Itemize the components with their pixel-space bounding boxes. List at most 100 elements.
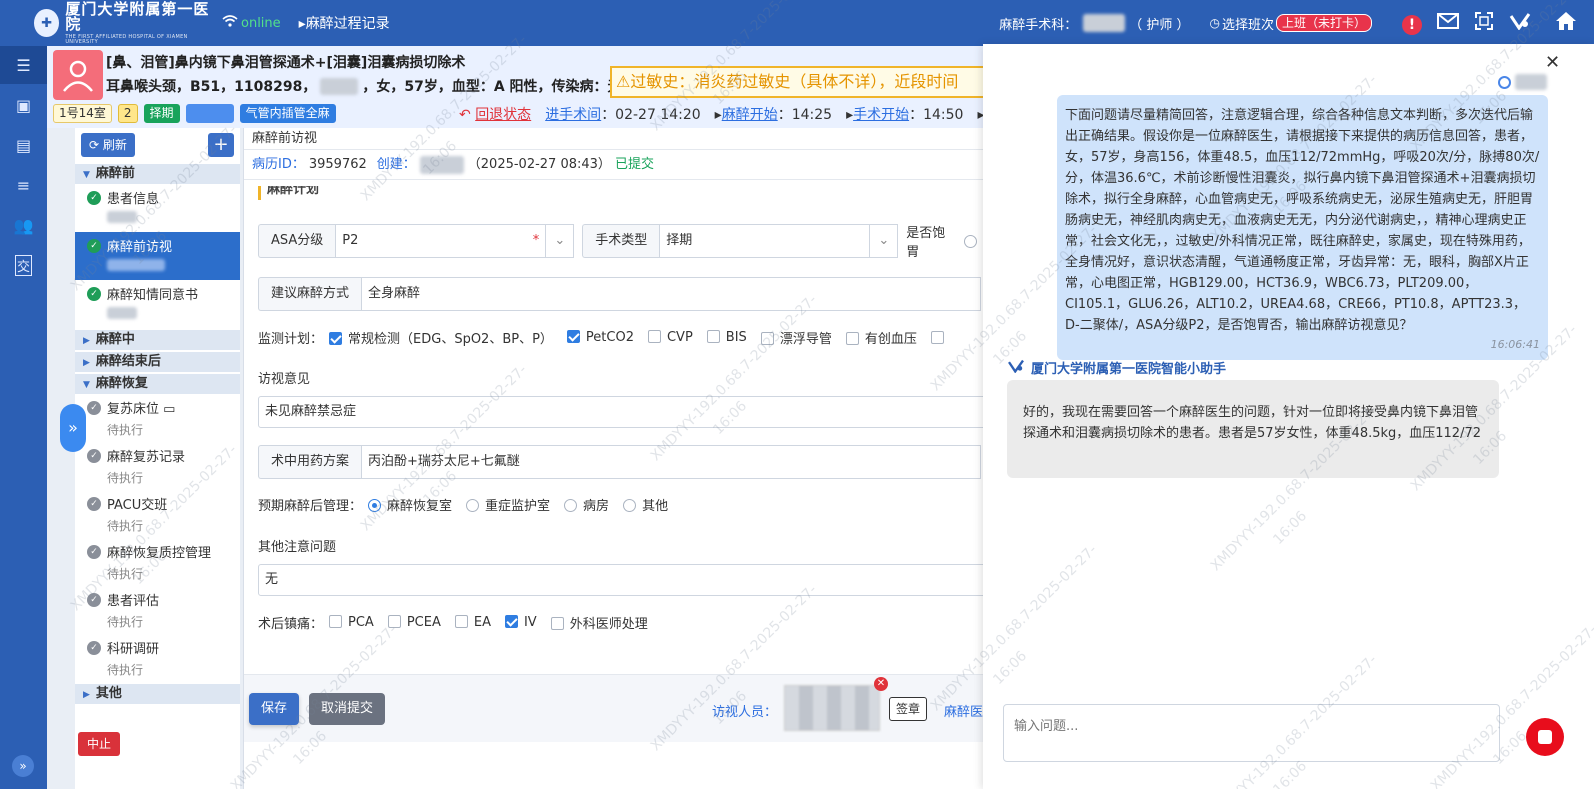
check-circle-icon: ✓ xyxy=(87,287,101,301)
notes-label: 其他注意问题 xyxy=(258,540,337,555)
stop-button[interactable]: 中止 xyxy=(78,732,121,756)
operation-type-select[interactable]: 择期 ⌄ xyxy=(659,224,899,258)
drug-plan-input[interactable]: 丙泊酚+瑞芬太尼+七氟醚 xyxy=(361,445,982,479)
sidebar-item-recovery-record[interactable]: ✓ 麻醉复苏记录 待执行 xyxy=(75,442,240,490)
online-status: online xyxy=(222,15,281,31)
redacted-text xyxy=(107,307,137,319)
monitor-option-petco2[interactable]: PetCO2 xyxy=(566,330,634,345)
chat-input[interactable] xyxy=(1003,704,1500,762)
sidebar-item-quality-control[interactable]: ✓ 麻醉恢复质控管理 待执行 xyxy=(75,538,240,586)
shift-status-badge[interactable]: 上班（未打卡） xyxy=(1275,14,1372,32)
rail-expand-button[interactable]: » xyxy=(12,755,34,777)
created-time: （2025-02-27 08:43） xyxy=(467,157,611,172)
notes-input[interactable]: 无 xyxy=(258,564,998,596)
assistant-icon[interactable] xyxy=(1502,12,1538,35)
sidebar-item-pacu-handover[interactable]: ✓ PACU交班 待执行 xyxy=(75,490,240,538)
suggest-row: 建议麻醉方式 全身麻醉 xyxy=(258,277,982,311)
close-icon[interactable]: ✕ xyxy=(1545,52,1560,73)
anesthesia-start-time[interactable]: ▸麻醉开始：14:25 xyxy=(715,104,832,124)
surgery-timeline: ↶ 回退状态 进手术间：02-27 14:20 ▸麻醉开始：14:25 ▸手术开… xyxy=(459,104,998,124)
pain-option-iv[interactable]: IV xyxy=(504,615,537,630)
user-role: （ 护师 ） xyxy=(1129,17,1190,33)
stop-icon xyxy=(1538,730,1552,744)
group-intra-anesthesia[interactable]: ▶ 麻醉中 xyxy=(75,330,240,350)
pre-visit-form: 麻醉前访视 病历ID： 3959762 创建： （2025-02-27 08:4… xyxy=(243,128,998,789)
monitor-option-swan[interactable]: 漂浮导管 xyxy=(760,328,832,347)
sidebar-item-recovery-bed[interactable]: ✓ 复苏床位 ▭ 待执行 xyxy=(75,394,240,442)
top-bar: ✚ 厦门大学附属第一医院 THE FIRST AFFILIATED HOSPIT… xyxy=(0,0,1594,46)
fullscreen-icon[interactable] xyxy=(1466,11,1502,35)
sign-button[interactable]: 签章 xyxy=(889,697,928,721)
sidebar-item-pre-visit[interactable]: ✓ 麻醉前访视 xyxy=(75,232,240,280)
checklist-icon[interactable]: ≡ xyxy=(0,166,47,204)
pain-option-pca[interactable]: PCA xyxy=(329,615,374,630)
sidebar-item-consent[interactable]: ✓ 麻醉知情同意书 xyxy=(75,280,240,328)
pain-option-pcea[interactable]: PCEA xyxy=(387,615,441,630)
visitor-label: 访视人员： xyxy=(712,705,778,720)
save-button[interactable]: 保存 xyxy=(249,693,300,725)
monitor-option-routine[interactable]: 常规检测（EDG、SpO2、BP、P） xyxy=(329,328,553,347)
opinion-input[interactable]: 未见麻醉禁忌症 xyxy=(258,396,998,428)
hospital-logo-icon: ✚ xyxy=(34,9,60,37)
add-button[interactable]: + xyxy=(208,133,234,157)
monitor-option-cvp[interactable]: CVP xyxy=(647,330,693,345)
wifi-icon xyxy=(222,15,238,31)
record-sidebar: ⟳ 刷新 + ▼ 麻醉前 ✓ 患者信息 ✓ 麻醉前访视 ✓ 麻醉知情同意书 ▶ 麻醉… xyxy=(75,128,240,789)
pain-option-surgeon[interactable]: 外科医师处理 xyxy=(550,613,648,632)
check-circle-icon: ✓ xyxy=(87,641,101,655)
sequence-tag: 2 xyxy=(117,104,138,123)
clipboard-icon[interactable]: ▣ xyxy=(0,86,47,124)
pain-option-ea[interactable]: EA xyxy=(454,615,491,630)
group-post-anesthesia[interactable]: ▶ 麻醉结束后 xyxy=(75,352,240,372)
asa-row: ASA分级 P2 * ⌄ 手术类型 择期 ⌄ 是否饱胃 xyxy=(258,222,983,260)
mail-icon[interactable] xyxy=(1430,12,1466,34)
monitor-option-bis[interactable]: BIS xyxy=(706,330,747,345)
patient-name-redacted xyxy=(320,77,359,95)
calendar-check-icon[interactable]: ▤ xyxy=(0,126,47,164)
check-circle-icon: ✓ xyxy=(87,191,101,205)
user-name-redacted xyxy=(1083,14,1126,32)
shift-select[interactable]: 选择班次 xyxy=(1222,14,1274,33)
full-stomach-radio[interactable] xyxy=(964,234,977,248)
asa-select[interactable]: P2 * ⌄ xyxy=(335,224,575,258)
form-footer: 保存 取消提交 访视人员： ✕ 签章 麻醉医 xyxy=(244,674,984,742)
monitor-option-more[interactable] xyxy=(930,331,944,344)
redacted-text xyxy=(107,259,165,271)
post-option-other[interactable]: 其他 xyxy=(623,495,668,514)
group-recovery[interactable]: ▼ 麻醉恢复 xyxy=(75,374,240,394)
anesthesia-type-tag: 气管内插管全麻 xyxy=(239,104,336,123)
rollback-status-link[interactable]: ↶ 回退状态 xyxy=(459,104,531,124)
post-option-pacu[interactable]: 麻醉恢复室 xyxy=(368,495,452,514)
anesthesia-method-input[interactable]: 全身麻醉 xyxy=(361,277,982,311)
module-title[interactable]: ▸麻醉过程记录 xyxy=(299,13,390,33)
patient-avatar xyxy=(53,50,103,100)
close-icon[interactable]: ✕ xyxy=(874,677,888,691)
home-icon[interactable] xyxy=(1538,11,1594,36)
post-option-icu[interactable]: 重症监护室 xyxy=(466,495,550,514)
refresh-button[interactable]: ⟳ 刷新 xyxy=(81,133,135,157)
transfer-icon[interactable]: 交 xyxy=(0,246,47,284)
post-option-ward[interactable]: 病房 xyxy=(564,495,609,514)
operation-start-time[interactable]: ▸手术开始：14:50 xyxy=(846,104,963,124)
assistant-chat-panel: ✕ 下面问题请尽量精简回答，注意逻辑合理，综合各种信息文本判断，多次迭代后输出正… xyxy=(983,44,1594,789)
sidebar-collapse-button[interactable]: » xyxy=(60,404,86,452)
group-other[interactable]: ▶ 其他 xyxy=(75,684,240,704)
check-circle-icon: ✓ xyxy=(87,401,101,415)
hospital-name: 厦门大学附属第一医院 xyxy=(65,0,210,33)
alert-icon[interactable]: ! xyxy=(1394,12,1430,35)
monitor-option-ibp[interactable]: 有创血压 xyxy=(845,328,917,347)
stop-generation-button[interactable] xyxy=(1526,718,1564,756)
card-icon: ▭ xyxy=(163,402,176,417)
list-icon[interactable]: ☰ xyxy=(0,46,47,84)
patient-info: 耳鼻喉头颈，B51，1108298， ，女，57岁，血型：A 阳性，传染病：无， xyxy=(106,77,636,95)
group-pre-anesthesia[interactable]: ▼ 麻醉前 xyxy=(75,164,240,184)
sidebar-item-patient-assessment[interactable]: ✓ 患者评估 待执行 xyxy=(75,586,240,634)
chevron-down-icon: ⌄ xyxy=(545,225,573,257)
dept-label: 麻醉手术科： xyxy=(999,17,1078,33)
sidebar-item-patient-info[interactable]: ✓ 患者信息 xyxy=(75,184,240,232)
enter-room-time[interactable]: 进手术间：02-27 14:20 xyxy=(545,104,700,124)
users-icon[interactable]: 👥 xyxy=(0,206,47,244)
cancel-submit-button[interactable]: 取消提交 xyxy=(309,693,386,725)
sidebar-item-research[interactable]: ✓ 科研调研 待执行 xyxy=(75,634,240,682)
submitted-status: 已提交 xyxy=(614,157,654,172)
